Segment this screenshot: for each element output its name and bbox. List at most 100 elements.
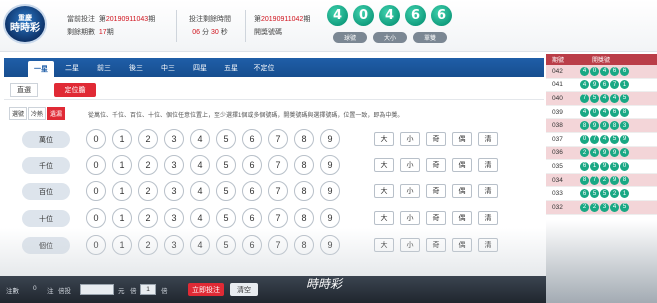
digit-button[interactable]: 8 xyxy=(294,208,314,228)
digit-button[interactable]: 2 xyxy=(138,235,158,255)
quick-filter-button[interactable]: 大 xyxy=(374,211,394,225)
quick-filter-button[interactable]: 奇 xyxy=(426,238,446,252)
tab-five-star[interactable]: 五星 xyxy=(218,58,244,77)
digit-button[interactable]: 8 xyxy=(294,181,314,201)
quick-filter-button[interactable]: 小 xyxy=(400,238,420,252)
digit-button[interactable]: 2 xyxy=(138,129,158,149)
subtab-position[interactable]: 定位膽 xyxy=(54,83,96,97)
digit-button[interactable]: 4 xyxy=(190,181,210,201)
digit-button[interactable]: 1 xyxy=(112,181,132,201)
digit-button[interactable]: 7 xyxy=(268,155,288,175)
digit-button[interactable]: 0 xyxy=(86,129,106,149)
quick-filter-button[interactable]: 大 xyxy=(374,238,394,252)
clear-button[interactable]: 清空 xyxy=(230,283,258,296)
digit-button[interactable]: 7 xyxy=(268,235,288,255)
quick-filter-button[interactable]: 清 xyxy=(478,132,498,146)
digit-button[interactable]: 3 xyxy=(164,181,184,201)
tab-four-star[interactable]: 四星 xyxy=(187,58,213,77)
digit-button[interactable]: 4 xyxy=(190,235,210,255)
submit-bet-button[interactable]: 立即投注 xyxy=(188,283,224,296)
digit-button[interactable]: 9 xyxy=(320,235,340,255)
quick-filter-button[interactable]: 大 xyxy=(374,132,394,146)
countdown-min: 06 xyxy=(192,29,201,36)
big-small-button[interactable]: 大小 xyxy=(373,32,407,43)
tab-no-position[interactable]: 不定位 xyxy=(249,58,279,77)
quick-filter-button[interactable]: 清 xyxy=(478,158,498,172)
digit-button[interactable]: 8 xyxy=(294,129,314,149)
quick-filter-button[interactable]: 偶 xyxy=(452,132,472,146)
digit-button[interactable]: 6 xyxy=(242,208,262,228)
digit-button[interactable]: 9 xyxy=(320,181,340,201)
digit-button[interactable]: 5 xyxy=(216,155,236,175)
tab-front-three[interactable]: 前三 xyxy=(91,58,117,77)
digit-button[interactable]: 2 xyxy=(138,181,158,201)
tab-back-three[interactable]: 後三 xyxy=(123,58,149,77)
multiplier-input[interactable]: 1 xyxy=(140,284,156,295)
digit-button[interactable]: 3 xyxy=(164,129,184,149)
quick-filter-button[interactable]: 小 xyxy=(400,184,420,198)
digit-button[interactable]: 5 xyxy=(216,235,236,255)
mode-hot-cold[interactable]: 冷熱 xyxy=(28,107,46,120)
digit-button[interactable]: 8 xyxy=(294,155,314,175)
mode-select[interactable]: 選號 xyxy=(9,107,27,120)
digit-button[interactable]: 0 xyxy=(86,181,106,201)
quick-filter-button[interactable]: 大 xyxy=(374,158,394,172)
quick-filter-button[interactable]: 偶 xyxy=(452,184,472,198)
digit-button[interactable]: 6 xyxy=(242,235,262,255)
digit-button[interactable]: 6 xyxy=(242,181,262,201)
digit-button[interactable]: 7 xyxy=(268,208,288,228)
digit-button[interactable]: 7 xyxy=(268,181,288,201)
quick-filter-button[interactable]: 奇 xyxy=(426,158,446,172)
digit-button[interactable]: 3 xyxy=(164,155,184,175)
digit-button[interactable]: 9 xyxy=(320,155,340,175)
quick-filter-button[interactable]: 大 xyxy=(374,184,394,198)
digit-button[interactable]: 0 xyxy=(86,208,106,228)
tab-middle-three[interactable]: 中三 xyxy=(155,58,181,77)
digit-button[interactable]: 9 xyxy=(320,129,340,149)
tab-two-star[interactable]: 二星 xyxy=(59,58,85,77)
digit-button[interactable]: 1 xyxy=(112,129,132,149)
quick-filter-button[interactable]: 奇 xyxy=(426,184,446,198)
subtab-direct[interactable]: 直選 xyxy=(10,83,38,97)
digit-button[interactable]: 1 xyxy=(112,155,132,175)
quick-filter-button[interactable]: 小 xyxy=(400,211,420,225)
digit-button[interactable]: 2 xyxy=(138,155,158,175)
digit-button[interactable]: 6 xyxy=(242,155,262,175)
quick-filter-button[interactable]: 清 xyxy=(478,238,498,252)
digit-button[interactable]: 4 xyxy=(190,129,210,149)
quick-filter-button[interactable]: 奇 xyxy=(426,211,446,225)
history-ball: 9 xyxy=(590,121,599,131)
quick-filter-button[interactable]: 偶 xyxy=(452,158,472,172)
digit-button[interactable]: 3 xyxy=(164,208,184,228)
digit-button[interactable]: 0 xyxy=(86,155,106,175)
quick-filter-button[interactable]: 奇 xyxy=(426,132,446,146)
history-ball: 4 xyxy=(600,107,609,117)
note-unit: 注 xyxy=(47,288,54,295)
ball-number-button[interactable]: 球號 xyxy=(333,32,367,43)
quick-filter-button[interactable]: 清 xyxy=(478,211,498,225)
digit-button[interactable]: 5 xyxy=(216,129,236,149)
digit-button[interactable]: 9 xyxy=(320,208,340,228)
digit-button[interactable]: 5 xyxy=(216,181,236,201)
digit-button[interactable]: 4 xyxy=(190,155,210,175)
digit-button[interactable]: 3 xyxy=(164,235,184,255)
digit-button[interactable]: 2 xyxy=(138,208,158,228)
digit-button[interactable]: 0 xyxy=(86,235,106,255)
tab-one-star[interactable]: 一星 xyxy=(28,61,54,77)
digit-button[interactable]: 5 xyxy=(216,208,236,228)
number-row: 十位 0 1 2 3 4 5 6 7 8 9 大小奇偶清 xyxy=(22,208,542,228)
digit-button[interactable]: 6 xyxy=(242,129,262,149)
quick-filter-button[interactable]: 清 xyxy=(478,184,498,198)
quick-filter-button[interactable]: 小 xyxy=(400,132,420,146)
quick-filter-button[interactable]: 偶 xyxy=(452,211,472,225)
quick-filter-button[interactable]: 偶 xyxy=(452,238,472,252)
odd-even-button[interactable]: 單雙 xyxy=(413,32,447,43)
digit-button[interactable]: 1 xyxy=(112,235,132,255)
digit-button[interactable]: 1 xyxy=(112,208,132,228)
digit-button[interactable]: 4 xyxy=(190,208,210,228)
amount-input[interactable] xyxy=(80,284,114,295)
mode-missing[interactable]: 遺漏 xyxy=(47,107,65,120)
digit-button[interactable]: 7 xyxy=(268,129,288,149)
quick-filter-button[interactable]: 小 xyxy=(400,158,420,172)
digit-button[interactable]: 8 xyxy=(294,235,314,255)
